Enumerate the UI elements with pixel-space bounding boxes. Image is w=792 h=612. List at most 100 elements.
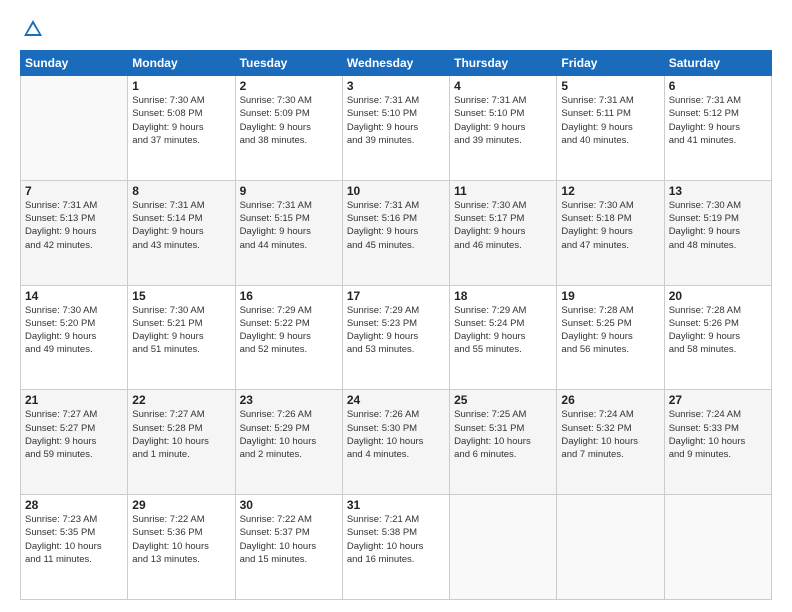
calendar-cell (21, 76, 128, 181)
day-number: 30 (240, 498, 338, 512)
calendar-cell: 30Sunrise: 7:22 AMSunset: 5:37 PMDayligh… (235, 495, 342, 600)
header-day-saturday: Saturday (664, 51, 771, 76)
calendar-cell: 12Sunrise: 7:30 AMSunset: 5:18 PMDayligh… (557, 180, 664, 285)
day-number: 12 (561, 184, 659, 198)
calendar-cell: 21Sunrise: 7:27 AMSunset: 5:27 PMDayligh… (21, 390, 128, 495)
day-number: 3 (347, 79, 445, 93)
day-number: 10 (347, 184, 445, 198)
day-number: 5 (561, 79, 659, 93)
calendar-cell: 10Sunrise: 7:31 AMSunset: 5:16 PMDayligh… (342, 180, 449, 285)
day-number: 19 (561, 289, 659, 303)
calendar-week-4: 21Sunrise: 7:27 AMSunset: 5:27 PMDayligh… (21, 390, 772, 495)
day-info: Sunrise: 7:31 AMSunset: 5:16 PMDaylight:… (347, 199, 445, 252)
day-info: Sunrise: 7:30 AMSunset: 5:09 PMDaylight:… (240, 94, 338, 147)
calendar-cell: 29Sunrise: 7:22 AMSunset: 5:36 PMDayligh… (128, 495, 235, 600)
day-info: Sunrise: 7:24 AMSunset: 5:33 PMDaylight:… (669, 408, 767, 461)
header-day-friday: Friday (557, 51, 664, 76)
day-info: Sunrise: 7:28 AMSunset: 5:26 PMDaylight:… (669, 304, 767, 357)
calendar-cell: 16Sunrise: 7:29 AMSunset: 5:22 PMDayligh… (235, 285, 342, 390)
day-number: 22 (132, 393, 230, 407)
header-day-monday: Monday (128, 51, 235, 76)
calendar-cell: 14Sunrise: 7:30 AMSunset: 5:20 PMDayligh… (21, 285, 128, 390)
calendar-cell: 26Sunrise: 7:24 AMSunset: 5:32 PMDayligh… (557, 390, 664, 495)
day-number: 13 (669, 184, 767, 198)
calendar-cell: 25Sunrise: 7:25 AMSunset: 5:31 PMDayligh… (450, 390, 557, 495)
header-day-tuesday: Tuesday (235, 51, 342, 76)
day-info: Sunrise: 7:30 AMSunset: 5:08 PMDaylight:… (132, 94, 230, 147)
calendar-cell: 19Sunrise: 7:28 AMSunset: 5:25 PMDayligh… (557, 285, 664, 390)
calendar-cell: 7Sunrise: 7:31 AMSunset: 5:13 PMDaylight… (21, 180, 128, 285)
calendar-cell: 9Sunrise: 7:31 AMSunset: 5:15 PMDaylight… (235, 180, 342, 285)
calendar-week-2: 7Sunrise: 7:31 AMSunset: 5:13 PMDaylight… (21, 180, 772, 285)
calendar-cell: 1Sunrise: 7:30 AMSunset: 5:08 PMDaylight… (128, 76, 235, 181)
calendar-cell: 11Sunrise: 7:30 AMSunset: 5:17 PMDayligh… (450, 180, 557, 285)
header-day-sunday: Sunday (21, 51, 128, 76)
day-number: 29 (132, 498, 230, 512)
day-info: Sunrise: 7:31 AMSunset: 5:10 PMDaylight:… (454, 94, 552, 147)
day-number: 28 (25, 498, 123, 512)
day-info: Sunrise: 7:29 AMSunset: 5:22 PMDaylight:… (240, 304, 338, 357)
day-number: 26 (561, 393, 659, 407)
day-number: 31 (347, 498, 445, 512)
calendar-cell: 5Sunrise: 7:31 AMSunset: 5:11 PMDaylight… (557, 76, 664, 181)
calendar-cell: 28Sunrise: 7:23 AMSunset: 5:35 PMDayligh… (21, 495, 128, 600)
day-info: Sunrise: 7:27 AMSunset: 5:27 PMDaylight:… (25, 408, 123, 461)
calendar-cell (664, 495, 771, 600)
calendar-week-5: 28Sunrise: 7:23 AMSunset: 5:35 PMDayligh… (21, 495, 772, 600)
calendar-week-1: 1Sunrise: 7:30 AMSunset: 5:08 PMDaylight… (21, 76, 772, 181)
day-number: 24 (347, 393, 445, 407)
calendar-cell: 18Sunrise: 7:29 AMSunset: 5:24 PMDayligh… (450, 285, 557, 390)
day-info: Sunrise: 7:31 AMSunset: 5:15 PMDaylight:… (240, 199, 338, 252)
calendar-header-row: SundayMondayTuesdayWednesdayThursdayFrid… (21, 51, 772, 76)
day-info: Sunrise: 7:26 AMSunset: 5:30 PMDaylight:… (347, 408, 445, 461)
day-number: 6 (669, 79, 767, 93)
day-info: Sunrise: 7:26 AMSunset: 5:29 PMDaylight:… (240, 408, 338, 461)
day-number: 8 (132, 184, 230, 198)
header-day-wednesday: Wednesday (342, 51, 449, 76)
day-info: Sunrise: 7:31 AMSunset: 5:14 PMDaylight:… (132, 199, 230, 252)
calendar-table: SundayMondayTuesdayWednesdayThursdayFrid… (20, 50, 772, 600)
day-number: 7 (25, 184, 123, 198)
calendar-cell: 3Sunrise: 7:31 AMSunset: 5:10 PMDaylight… (342, 76, 449, 181)
day-info: Sunrise: 7:25 AMSunset: 5:31 PMDaylight:… (454, 408, 552, 461)
day-number: 9 (240, 184, 338, 198)
day-number: 16 (240, 289, 338, 303)
day-info: Sunrise: 7:21 AMSunset: 5:38 PMDaylight:… (347, 513, 445, 566)
calendar-cell: 13Sunrise: 7:30 AMSunset: 5:19 PMDayligh… (664, 180, 771, 285)
calendar-cell: 17Sunrise: 7:29 AMSunset: 5:23 PMDayligh… (342, 285, 449, 390)
calendar-cell: 8Sunrise: 7:31 AMSunset: 5:14 PMDaylight… (128, 180, 235, 285)
calendar-cell: 20Sunrise: 7:28 AMSunset: 5:26 PMDayligh… (664, 285, 771, 390)
day-info: Sunrise: 7:30 AMSunset: 5:17 PMDaylight:… (454, 199, 552, 252)
day-info: Sunrise: 7:31 AMSunset: 5:12 PMDaylight:… (669, 94, 767, 147)
day-info: Sunrise: 7:30 AMSunset: 5:21 PMDaylight:… (132, 304, 230, 357)
calendar-cell (557, 495, 664, 600)
calendar-cell: 23Sunrise: 7:26 AMSunset: 5:29 PMDayligh… (235, 390, 342, 495)
day-number: 11 (454, 184, 552, 198)
day-info: Sunrise: 7:31 AMSunset: 5:11 PMDaylight:… (561, 94, 659, 147)
day-info: Sunrise: 7:27 AMSunset: 5:28 PMDaylight:… (132, 408, 230, 461)
day-info: Sunrise: 7:30 AMSunset: 5:19 PMDaylight:… (669, 199, 767, 252)
header-day-thursday: Thursday (450, 51, 557, 76)
day-number: 23 (240, 393, 338, 407)
day-number: 20 (669, 289, 767, 303)
day-number: 18 (454, 289, 552, 303)
calendar-cell: 27Sunrise: 7:24 AMSunset: 5:33 PMDayligh… (664, 390, 771, 495)
day-info: Sunrise: 7:30 AMSunset: 5:20 PMDaylight:… (25, 304, 123, 357)
day-info: Sunrise: 7:31 AMSunset: 5:10 PMDaylight:… (347, 94, 445, 147)
day-number: 25 (454, 393, 552, 407)
day-number: 1 (132, 79, 230, 93)
calendar-cell: 2Sunrise: 7:30 AMSunset: 5:09 PMDaylight… (235, 76, 342, 181)
day-number: 21 (25, 393, 123, 407)
day-info: Sunrise: 7:30 AMSunset: 5:18 PMDaylight:… (561, 199, 659, 252)
page: SundayMondayTuesdayWednesdayThursdayFrid… (0, 0, 792, 612)
calendar-cell: 6Sunrise: 7:31 AMSunset: 5:12 PMDaylight… (664, 76, 771, 181)
day-number: 14 (25, 289, 123, 303)
calendar-cell: 24Sunrise: 7:26 AMSunset: 5:30 PMDayligh… (342, 390, 449, 495)
header (20, 18, 772, 40)
calendar-cell (450, 495, 557, 600)
logo-icon (22, 18, 44, 40)
day-number: 27 (669, 393, 767, 407)
day-info: Sunrise: 7:29 AMSunset: 5:24 PMDaylight:… (454, 304, 552, 357)
day-info: Sunrise: 7:29 AMSunset: 5:23 PMDaylight:… (347, 304, 445, 357)
day-info: Sunrise: 7:22 AMSunset: 5:37 PMDaylight:… (240, 513, 338, 566)
